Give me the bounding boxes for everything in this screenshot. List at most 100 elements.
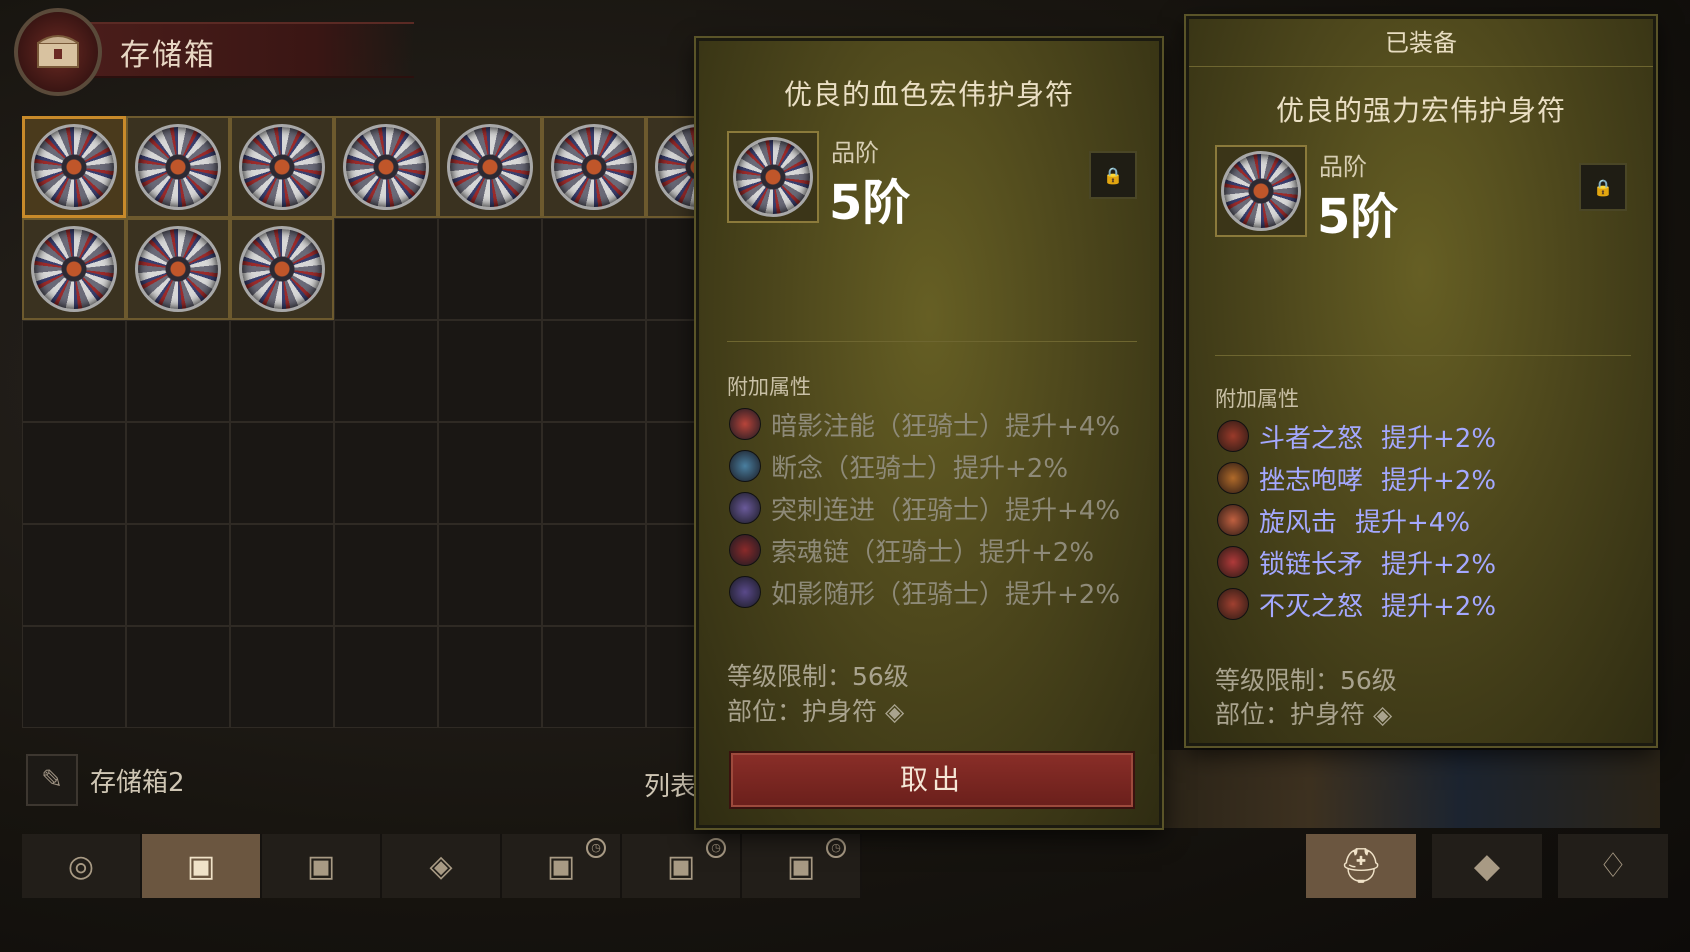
skill-icon (729, 492, 761, 524)
character-scenery (1160, 750, 1660, 828)
amulet-icon (733, 137, 813, 217)
storage-slot[interactable] (542, 626, 646, 728)
tab-currency[interactable]: ◎ (22, 834, 142, 898)
slot-info: 部位：护身符 ◈ (727, 697, 905, 726)
slot-info: 部位：护身符 ◈ (1215, 700, 1393, 729)
tab-storage-locked-3[interactable]: ▣ ◷ (742, 834, 862, 898)
section-label: 附加属性 (727, 375, 811, 399)
tab-storage-locked-1[interactable]: ▣ ◷ (502, 834, 622, 898)
storage-slot[interactable] (126, 626, 230, 728)
skill-name: 旋风击 (1259, 507, 1338, 538)
storage-slot[interactable] (230, 218, 334, 320)
storage-slot[interactable] (542, 116, 646, 218)
storage-slot[interactable] (230, 116, 334, 218)
storage-slot[interactable] (22, 218, 126, 320)
lock-button[interactable]: 🔒 (1089, 151, 1137, 199)
storage-name[interactable]: 存储箱2 (90, 762, 185, 799)
storage-slot[interactable] (334, 524, 438, 626)
tab-storage-1[interactable]: ▣ (142, 834, 262, 898)
chest-icon: ▣ (186, 848, 216, 884)
tier-value: 5阶 (829, 175, 911, 231)
storage-slot[interactable] (230, 524, 334, 626)
skill-bonus: 提升+4% (1355, 507, 1471, 538)
amulet-icon (1221, 151, 1301, 231)
page-title: 存储箱 (120, 38, 216, 73)
locked-chest-icon: ▣ (786, 848, 816, 884)
skill-icon (1217, 546, 1249, 578)
skill-name: 斗者之怒 (1259, 423, 1364, 454)
attribute-list: 斗者之怒 提升+2% 挫志咆哮 提升+2% 旋风击 提升+4% 锁链长矛 提升+2% 不灭之怒提… (1217, 415, 1496, 625)
storage-slot[interactable] (438, 524, 542, 626)
storage-slot[interactable] (22, 422, 126, 524)
attribute-text: 暗影注能（狂骑士）提升+4% (771, 411, 1121, 442)
chest-emblem-icon (14, 8, 102, 96)
tab-materials[interactable]: ◆ (1432, 834, 1542, 898)
lock-icon: 🔒 (1593, 177, 1613, 197)
clock-icon: ◷ (706, 838, 726, 858)
equipped-header: 已装备 (1189, 19, 1653, 67)
storage-slot[interactable] (230, 626, 334, 728)
tab-equipment[interactable]: ⛑ (1306, 834, 1416, 898)
storage-slot[interactable] (126, 524, 230, 626)
storage-slot[interactable] (22, 524, 126, 626)
tab-bag[interactable]: ♢ (1558, 834, 1668, 898)
storage-slot[interactable] (542, 524, 646, 626)
clock-icon: ◷ (826, 838, 846, 858)
attribute-row: 暗影注能（狂骑士）提升+4% (729, 403, 1120, 445)
storage-slot[interactable] (542, 422, 646, 524)
storage-slot[interactable] (22, 320, 126, 422)
storage-slot[interactable] (438, 320, 542, 422)
storage-slot[interactable] (126, 422, 230, 524)
storage-slot[interactable] (126, 116, 230, 218)
storage-grid (22, 116, 750, 732)
item-icon (727, 131, 819, 223)
tab-storage-locked-2[interactable]: ▣ ◷ (622, 834, 742, 898)
storage-slot[interactable] (438, 218, 542, 320)
storage-slot[interactable] (230, 422, 334, 524)
skill-bonus: 提升+2% (1381, 591, 1497, 622)
storage-slot[interactable] (230, 320, 334, 422)
tab-storage-2[interactable]: ▣ (262, 834, 382, 898)
item-tooltip-equipped: 已装备 优良的强力宏伟护身符 品阶 5阶 🔒 附加属性 斗者之怒 提升+2% 挫志咆… (1186, 16, 1656, 746)
storage-slot[interactable] (438, 422, 542, 524)
storage-slot[interactable] (334, 320, 438, 422)
attribute-row: 斗者之怒 提升+2% (1217, 415, 1496, 457)
storage-slot[interactable] (22, 626, 126, 728)
skill-icon (729, 534, 761, 566)
tab-gems[interactable]: ◈ (382, 834, 502, 898)
storage-slot[interactable] (542, 218, 646, 320)
storage-slot[interactable] (334, 626, 438, 728)
storage-selector: ✎ 存储箱2 (26, 754, 185, 806)
storage-slot[interactable] (126, 218, 230, 320)
attribute-row: 突刺连进（狂骑士）提升+4% (729, 487, 1120, 529)
item-tooltip-selected: 优良的血色宏伟护身符 品阶 5阶 🔒 附加属性 暗影注能（狂骑士）提升+4% 断念… (696, 38, 1162, 828)
lock-icon: 🔒 (1103, 165, 1123, 185)
skill-name: 不灭之怒 (1259, 591, 1364, 622)
locked-chest-icon: ▣ (546, 848, 576, 884)
storage-slot[interactable] (126, 320, 230, 422)
skill-icon (1217, 420, 1249, 452)
storage-slot[interactable] (542, 320, 646, 422)
take-out-button[interactable]: 取出 (729, 751, 1135, 809)
item-name: 优良的血色宏伟护身符 (783, 78, 1074, 111)
skill-icon (729, 450, 761, 482)
storage-slot[interactable] (438, 116, 542, 218)
rename-feather-icon[interactable]: ✎ (26, 754, 78, 806)
list-view-toggle[interactable]: 列表 (644, 766, 696, 803)
tier-value: 5阶 (1317, 189, 1399, 245)
attribute-row: 断念（狂骑士）提升+2% (729, 445, 1120, 487)
storage-tabbar: ◎ ▣ ▣ ◈ ▣ ◷ ▣ ◷ ▣ ◷ (22, 834, 862, 898)
storage-slot[interactable] (334, 116, 438, 218)
attribute-row: 索魂链（狂骑士）提升+2% (729, 529, 1120, 571)
attribute-text: 突刺连进（狂骑士）提升+4% (771, 495, 1121, 526)
attribute-text: 断念（狂骑士）提升+2% (771, 453, 1069, 484)
storage-slot[interactable] (438, 626, 542, 728)
storage-slot[interactable] (334, 218, 438, 320)
amulet-slot-icon: ◈ (884, 697, 905, 726)
storage-slot[interactable] (22, 116, 126, 218)
inventory-tabbar: ⛑ ◆ ♢ (1306, 834, 1668, 898)
lock-button[interactable]: 🔒 (1579, 163, 1627, 211)
divider (727, 341, 1137, 342)
amulet-icon (239, 124, 325, 210)
storage-slot[interactable] (334, 422, 438, 524)
